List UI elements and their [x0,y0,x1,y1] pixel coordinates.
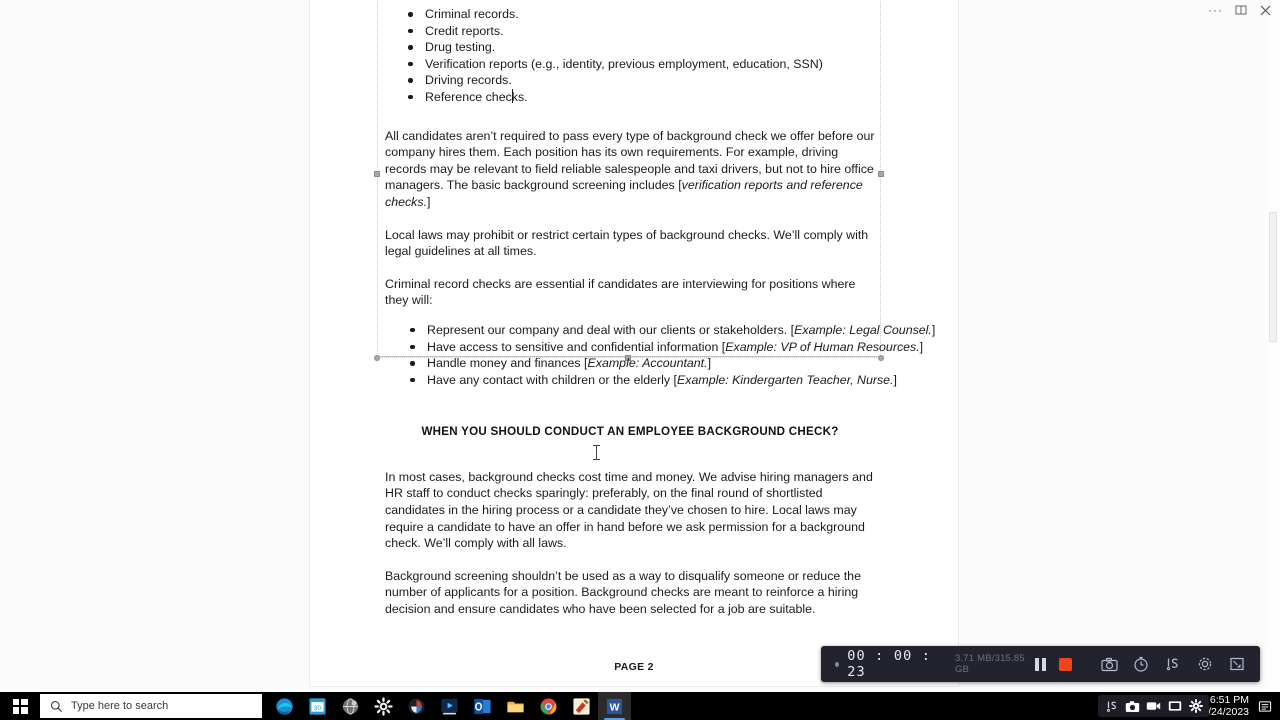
gear-icon[interactable] [1188,699,1203,714]
list-item: Criminal records. [385,6,875,23]
windows-logo-icon [12,698,28,714]
taskbar-item-microsoft-edge[interactable] [268,692,301,720]
video-camera-icon[interactable] [1146,699,1161,714]
recording-status-dot [835,661,840,667]
taskbar-item-recorder-app[interactable] [400,692,433,720]
list-item: Reference checks. [385,89,875,106]
settings-gear-icon[interactable] [1192,652,1218,676]
draw-annotate-icon[interactable] [1160,652,1186,676]
svg-text:W: W [610,702,620,713]
taskbar-item-file-explorer[interactable] [499,692,532,720]
taskbar-item-microsoft-word[interactable]: W [598,692,631,720]
stop-icon [1058,657,1072,671]
google-chrome-icon [540,698,557,714]
recording-storage-info: 3.71 MB/315.85 GB [954,653,1025,675]
list-item: Driving records. [385,72,875,89]
resize-handle-bottom-right[interactable] [878,355,884,361]
notifications-icon[interactable] [1258,699,1272,713]
text-insertion-caret [512,89,513,103]
workspace-gutter-left [0,0,310,692]
recording-elapsed-time: 00 : 00 : 23 [847,648,932,680]
microsoft-word-icon: W [606,698,623,714]
list-item: Handle money and finances [Example: Acco… [385,355,875,372]
taskbar-search-box[interactable]: Type here to search [40,694,262,718]
minimize-corner-icon[interactable] [1224,652,1250,676]
list-item: Verification reports (e.g., identity, pr… [385,56,875,73]
workspace-gutter-right [958,0,1280,692]
vertical-scrollbar[interactable] [1266,0,1280,692]
more-options-icon[interactable]: ··· [1208,4,1222,17]
list-item: Drug testing. [385,39,875,56]
microsoft-edge-icon [276,697,293,715]
globe-app-icon [342,697,359,715]
camera-icon[interactable] [1125,699,1140,714]
taskbar-item-globe-app[interactable] [334,692,367,720]
pause-recording-button[interactable] [1028,652,1053,676]
section-heading: WHEN YOU SHOULD CONDUCT AN EMPLOYEE BACK… [421,425,839,439]
background-check-types-list: Criminal records. Credit reports. Drug t… [385,6,875,106]
paragraph-screening-purpose: Background screening shouldn’t be used a… [385,568,861,617]
media-player-app-icon [441,698,458,714]
document-text-content[interactable]: Criminal records. Credit reports. Drug t… [385,6,935,618]
resize-handle-middle-right[interactable] [878,171,884,177]
inline-italic-example: Example: VP of Human Resources. [725,339,920,354]
screen-recorder-toolbar[interactable]: 00 : 00 : 23 3.71 MB/315.85 GB [821,646,1260,682]
calendar-app-icon: 30 [309,697,326,715]
svg-text:30: 30 [314,704,322,711]
resize-handle-bottom-left[interactable] [374,355,380,361]
list-item: Credit reports. [385,23,875,40]
start-button[interactable] [0,692,40,720]
stop-recording-button[interactable] [1053,652,1078,676]
taskbar-item-paint-editor-app[interactable] [565,692,598,720]
file-explorer-icon [507,701,524,712]
pen-icon[interactable] [1104,699,1119,714]
pause-icon [1034,657,1046,671]
screen: PAGE 2 Criminal records. Credit reports.… [0,0,1280,720]
taskbar-app-buttons[interactable]: 30 W [268,692,631,720]
paint-editor-app-icon [573,697,590,715]
inline-italic-example: Example: Kindergarten Teacher, Nurse. [677,372,894,387]
resize-handle-middle-left[interactable] [374,171,380,177]
taskbar-item-settings-gear-app[interactable] [367,692,400,720]
recorder-app-icon [408,698,425,714]
list-item: Have access to sensitive and confidentia… [385,339,923,356]
mouse-text-cursor [593,445,600,460]
close-window-icon[interactable] [1259,4,1272,17]
window-controls[interactable]: ··· [1201,0,1280,20]
search-input[interactable]: Type here to search [71,700,168,712]
taskbar-item-outlook-app[interactable] [466,692,499,720]
paragraph-local-laws: Local laws may prohibit or restrict cert… [385,227,869,259]
taskbar-item-media-player-app[interactable] [433,692,466,720]
taskbar-item-google-chrome[interactable] [532,692,565,720]
inline-italic-example: Example: Accountant. [587,356,708,371]
windows-taskbar[interactable]: Type here to search 30 W 6:51 PM 1/24/20… [0,692,1280,720]
taskbar-item-calendar-app[interactable]: 30 [301,692,334,720]
paragraph-candidate-requirements: All candidates aren’t required to pass e… [385,128,875,209]
outlook-app-icon [474,698,491,714]
list-item: Have any contact with children or the el… [385,372,897,389]
screenshot-camera-icon[interactable] [1096,652,1122,676]
paragraph-when-to-conduct: In most cases, background checks cost ti… [385,469,873,551]
recorder-tools[interactable] [1096,652,1250,676]
criminal-check-positions-list: Represent our company and deal with our … [385,322,935,389]
scrollbar-thumb[interactable] [1269,212,1277,342]
inline-italic-example: Example: Legal Counsel. [794,322,932,337]
document-workspace[interactable]: PAGE 2 Criminal records. Credit reports.… [0,0,1280,692]
restore-window-icon[interactable] [1234,4,1247,17]
paragraph-criminal-record-intro: Criminal record checks are essential if … [385,276,856,308]
region-select-icon[interactable] [1167,699,1182,714]
search-icon [50,700,63,713]
timer-icon[interactable] [1128,652,1154,676]
settings-gear-app-icon [374,696,393,716]
recorder-mini-toolbar[interactable] [1098,695,1209,717]
list-item: Represent our company and deal with our … [385,322,935,339]
